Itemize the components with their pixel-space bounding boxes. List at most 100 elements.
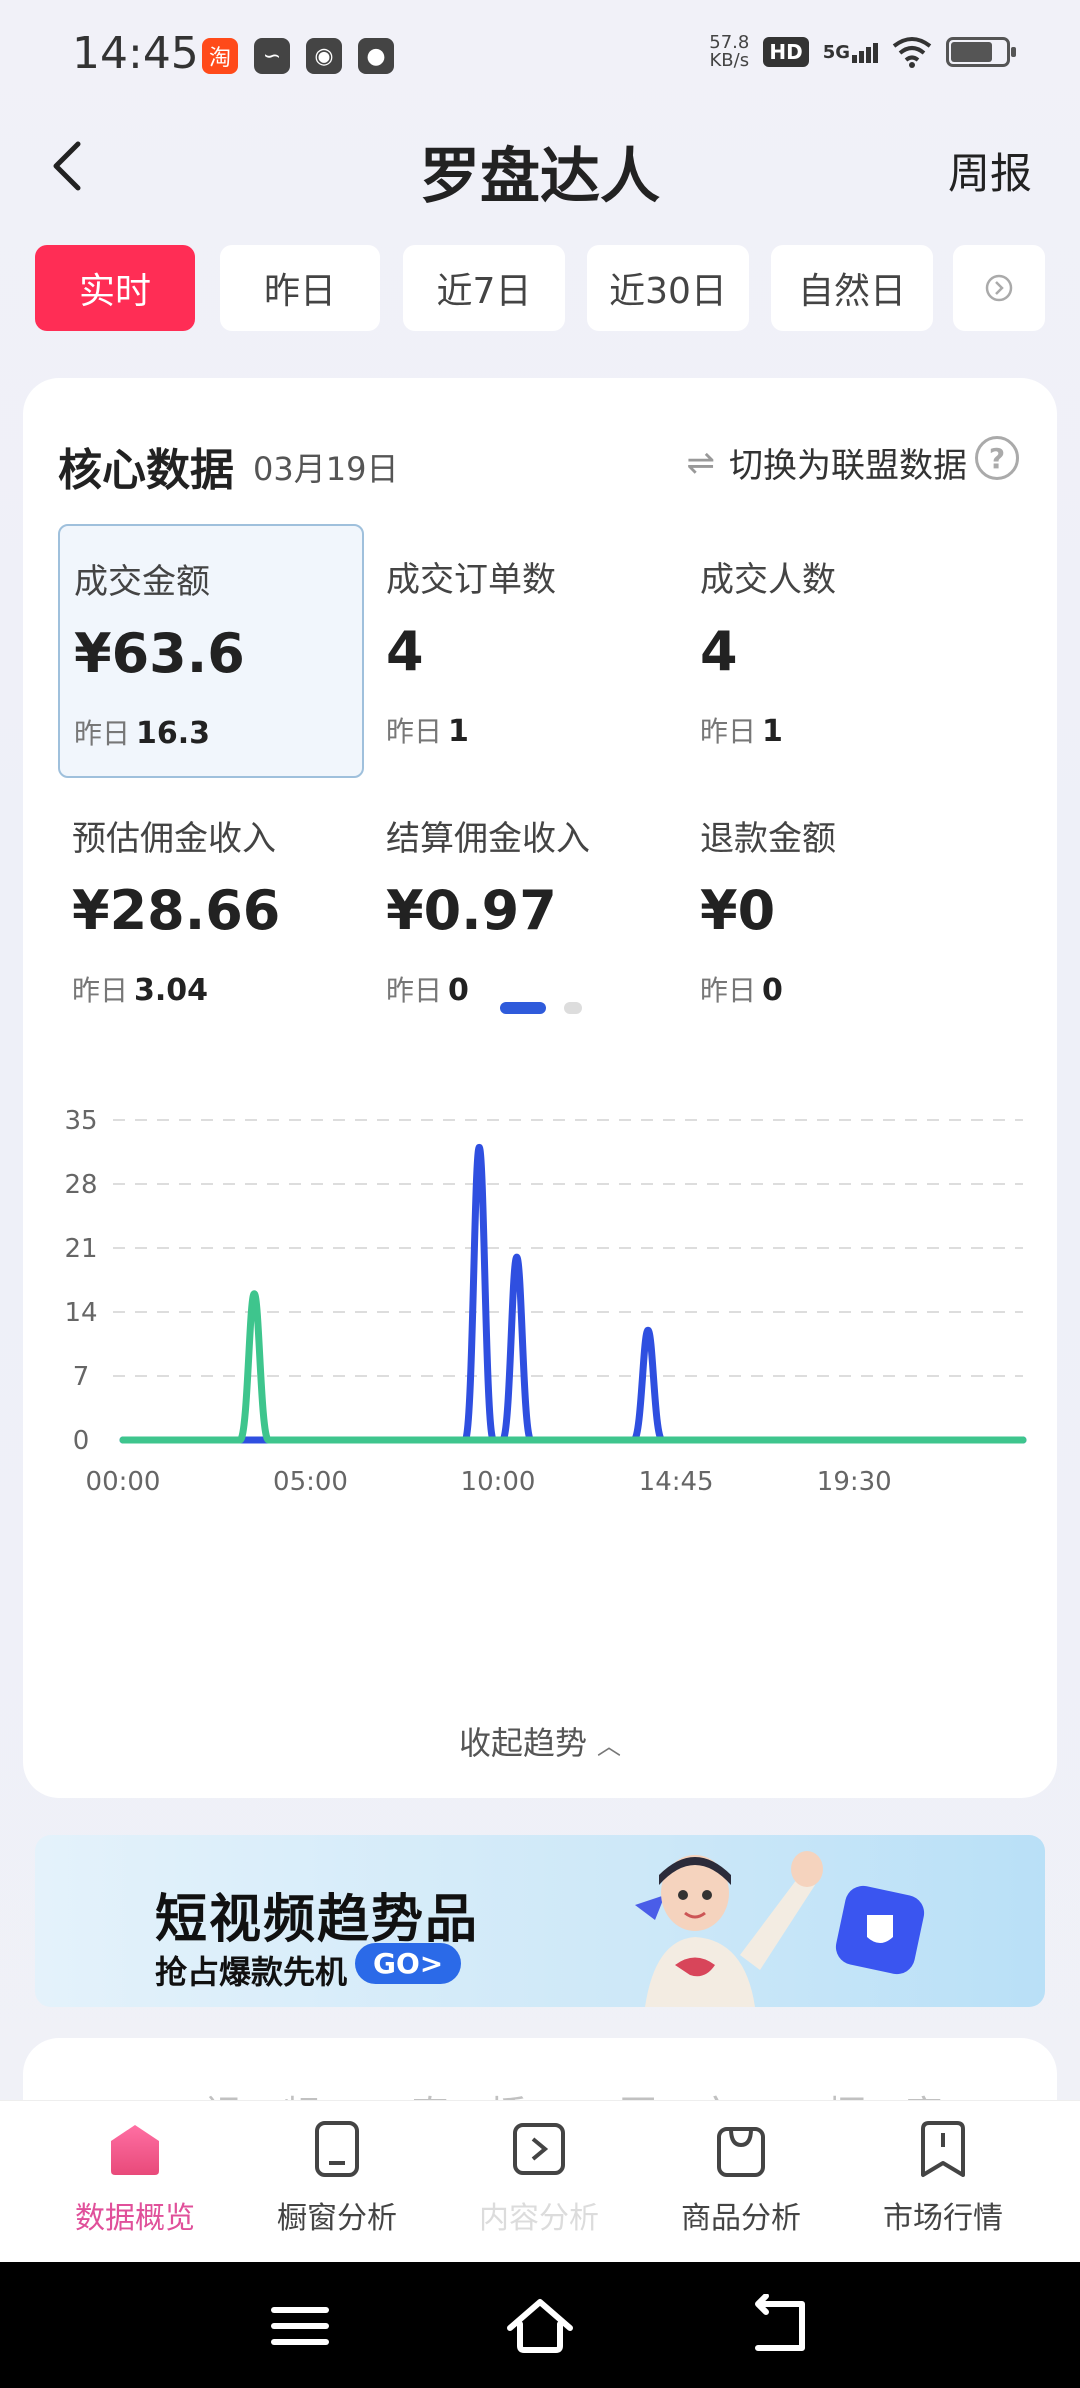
leaf-app-icon: ∽ [254, 38, 290, 74]
shield-cube-icon [835, 1885, 925, 1975]
metric-value: ¥0.97 [386, 879, 557, 942]
status-bar: 14:45 淘 ∽ ◉ ● 57.8 KB/s HD 5G [0, 0, 1080, 120]
metric-value: ¥0 [700, 879, 776, 942]
core-data-card: 核心数据 03月19日 ⇌ 切换为联盟数据 ? 成交金额 ¥63.6 昨日 16.… [23, 378, 1057, 1798]
y-tick-label: 28 [64, 1170, 97, 1200]
metric-yesterday: 昨日 1 [700, 714, 783, 749]
metric-label: 成交人数 [700, 560, 836, 600]
banner-go-button[interactable]: GO> [355, 1943, 462, 1984]
home-icon[interactable] [504, 2294, 576, 2358]
nav-product-analysis[interactable]: 商品分析 [641, 2119, 841, 2237]
wechat-icon: ◉ [306, 38, 342, 74]
network-type: 5G [822, 41, 850, 63]
metric-label: 退款金额 [700, 819, 836, 859]
metric-settled-commission[interactable]: 结算佣金收入 ¥0.97 昨日 0 [372, 783, 678, 1037]
signal-5g-icon: 5G [823, 42, 878, 63]
tab-natural-day[interactable]: 自然日 [771, 245, 933, 331]
nav-content-analysis[interactable]: 内容分析 [439, 2119, 639, 2237]
metric-label: 预估佣金收入 [72, 819, 276, 859]
metric-value: ¥63.6 [74, 622, 245, 685]
y-tick-label: 35 [64, 1106, 97, 1136]
nav-data-overview[interactable]: 数据概览 [35, 2119, 235, 2237]
shopping-bag-icon [717, 2127, 765, 2177]
nav-label: 数据概览 [75, 2201, 195, 2236]
nav-window-analysis[interactable]: 橱窗分析 [237, 2119, 437, 2237]
wifi-icon [892, 37, 932, 68]
metric-value: ¥28.66 [72, 879, 281, 942]
nav-label: 橱窗分析 [277, 2201, 397, 2236]
chevron-up-icon: ︿ [597, 1732, 621, 1760]
status-time: 14:45 [72, 28, 199, 79]
metric-orders[interactable]: 成交订单数 4 昨日 1 [372, 524, 678, 778]
play-box-icon [513, 2123, 565, 2175]
tab-30days[interactable]: 近30日 [587, 245, 749, 331]
metric-yesterday: 昨日 0 [386, 973, 469, 1008]
battery-icon [946, 37, 1016, 67]
home-cube-icon [111, 2125, 159, 2175]
nav-label: 市场行情 [883, 2201, 1003, 2236]
metric-yesterday: 昨日 3.04 [72, 973, 209, 1008]
y-tick-label: 21 [64, 1234, 97, 1264]
chevron-right-circle-icon [985, 274, 1013, 302]
metric-buyers[interactable]: 成交人数 4 昨日 1 [686, 524, 992, 778]
status-notification-icons: 淘 ∽ ◉ ● [202, 38, 394, 74]
pager-dot [564, 1002, 582, 1014]
metric-value: 4 [700, 620, 738, 683]
tab-more-button[interactable] [953, 245, 1045, 331]
time-range-tabs: 实时 昨日 近7日 近30日 自然日 [35, 245, 1045, 331]
help-icon[interactable]: ? [975, 436, 1019, 480]
collapse-trend-label: 收起趋势 [458, 1724, 587, 1762]
net-speed-unit: KB/s [709, 50, 750, 71]
tab-7days[interactable]: 近7日 [403, 245, 565, 331]
trend-chart: 0 7 14 21 28 35 00:00 05:00 10:00 14:45 19:30 [43, 1098, 1043, 1578]
back-icon[interactable] [744, 2294, 816, 2358]
series-line-1 [119, 1290, 1027, 1444]
weekly-report-link[interactable]: 周报 [948, 140, 1032, 201]
nav-label: 商品分析 [681, 2201, 801, 2236]
y-tick-label: 14 [64, 1298, 97, 1328]
metric-label: 成交订单数 [386, 560, 556, 600]
nav-label: 内容分析 [479, 2201, 599, 2236]
x-tick-label: 10:00 [461, 1467, 536, 1497]
metric-yesterday: 昨日 0 [700, 973, 783, 1008]
nav-market-trends[interactable]: 市场行情 [843, 2119, 1043, 2237]
taobao-icon: 淘 [202, 38, 238, 74]
bookmark-icon [921, 2121, 965, 2177]
trend-chart-svg: 0 7 14 21 28 35 00:00 05:00 10:00 14:45 19:30 [64, 1106, 1027, 1497]
y-tick-label: 7 [73, 1362, 90, 1392]
swap-arrows-icon: ⇌ [686, 442, 716, 483]
x-tick-label: 19:30 [817, 1467, 892, 1497]
pager-dot-active [500, 1002, 546, 1014]
header: 罗盘达人 周报 [0, 120, 1080, 220]
x-tick-label: 00:00 [86, 1467, 161, 1497]
core-data-date: 03月19日 [253, 450, 399, 488]
x-tick-label: 14:45 [639, 1467, 714, 1497]
bottom-nav: 数据概览 橱窗分析 内容分析 商品分析 市场行情 [0, 2100, 1080, 2262]
metric-gmv[interactable]: 成交金额 ¥63.6 昨日 16.3 [58, 524, 364, 778]
metric-pager [500, 1002, 582, 1014]
switch-alliance-button[interactable]: ⇌ 切换为联盟数据 [687, 438, 968, 487]
core-data-title: 核心数据 [58, 445, 234, 496]
metric-yesterday: 昨日 1 [386, 714, 469, 749]
net-speed: 57.8 KB/s [709, 34, 749, 70]
metric-refund[interactable]: 退款金额 ¥0 昨日 0 [686, 783, 992, 1037]
metric-est-commission[interactable]: 预估佣金收入 ¥28.66 昨日 3.04 [58, 783, 364, 1037]
page-title: 罗盘达人 [420, 142, 660, 212]
metric-yesterday: 昨日 16.3 [74, 716, 211, 751]
y-tick-label: 0 [73, 1426, 90, 1456]
message-icon: ● [358, 38, 394, 74]
promo-banner[interactable]: 短视频趋势品 抢占爆款先机 GO> [35, 1835, 1045, 2007]
hd-badge: HD [763, 37, 809, 67]
metric-value: 4 [386, 620, 424, 683]
x-tick-label: 05:00 [273, 1467, 348, 1497]
banner-subtitle: 抢占爆款先机 [155, 1953, 348, 1991]
collapse-trend-button[interactable]: 收起趋势 ︿ [23, 1718, 1057, 1764]
tab-yesterday[interactable]: 昨日 [220, 245, 380, 331]
metric-label: 结算佣金收入 [386, 819, 590, 859]
switch-alliance-label: 切换为联盟数据 [729, 446, 967, 486]
system-nav-bar [0, 2262, 1080, 2388]
phone-window-icon [315, 2121, 359, 2177]
banner-title: 短视频趋势品 [155, 1890, 480, 1950]
menu-icon[interactable] [264, 2294, 336, 2358]
tab-realtime[interactable]: 实时 [35, 245, 195, 331]
